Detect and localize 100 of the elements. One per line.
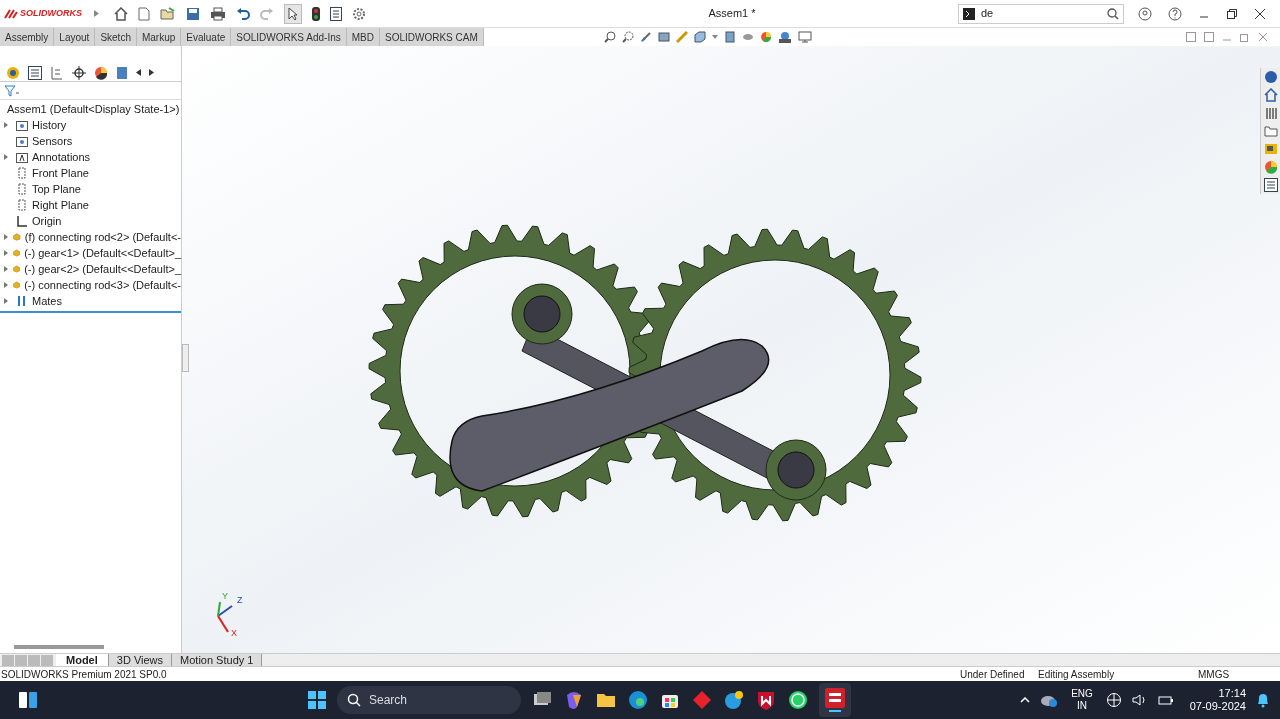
- clock-time[interactable]: 17:14: [1218, 687, 1246, 700]
- new-document-icon[interactable]: [138, 6, 150, 21]
- properties-icon[interactable]: [1263, 178, 1278, 192]
- traffic-light-icon[interactable]: [312, 6, 320, 21]
- restore-icon[interactable]: [1226, 7, 1238, 20]
- status-bar-state: Under Defined: [960, 667, 1026, 682]
- volume-icon[interactable]: [1132, 693, 1148, 707]
- part-icon: [12, 247, 21, 259]
- bottom-tab[interactable]: Model: [56, 653, 109, 667]
- select-tool-button[interactable]: [284, 3, 302, 24]
- language-indicator[interactable]: ENG: [1071, 688, 1093, 700]
- search-icon: [1107, 7, 1119, 20]
- clock-date[interactable]: 07-09-2024: [1189, 700, 1246, 713]
- account-icon[interactable]: [1138, 6, 1152, 21]
- tree-item-label[interactable]: (-) connecting rod<3> (Default<-: [24, 276, 181, 294]
- widgets-icon[interactable]: [18, 691, 38, 709]
- chat-app-icon[interactable]: [787, 689, 809, 711]
- tree-item-label[interactable]: Front Plane: [32, 164, 89, 182]
- expand-caret-icon[interactable]: [4, 282, 8, 288]
- tree-item-label[interactable]: Annotations: [32, 148, 91, 166]
- scrollbar[interactable]: [14, 645, 104, 649]
- list-icon[interactable]: [330, 6, 342, 21]
- status-bar-mode: Editing Assembly: [1038, 667, 1116, 682]
- display-manager-icon[interactable]: [94, 65, 108, 80]
- scroll-right-icon[interactable]: [149, 69, 154, 76]
- filter-icon[interactable]: [4, 84, 20, 97]
- folder-icon: [16, 135, 28, 147]
- show-hidden-icons-icon[interactable]: [1020, 697, 1030, 703]
- tree-item-label[interactable]: (f) connecting rod<2> (Default<-: [24, 228, 181, 246]
- solidworks-taskbar-button[interactable]: [819, 683, 851, 717]
- tree-item-label[interactable]: Right Plane: [32, 196, 89, 214]
- crosshair-icon[interactable]: [72, 65, 86, 80]
- palette-icon[interactable]: [1263, 142, 1278, 156]
- part-icon: [12, 279, 21, 291]
- tree-item-label[interactable]: Sensors: [32, 132, 73, 150]
- tree-item-label[interactable]: Top Plane: [32, 180, 81, 198]
- folder-icon: [16, 119, 28, 131]
- zoom-area-icon[interactable]: [621, 31, 634, 43]
- paperclip-icon: [16, 295, 28, 307]
- help-icon[interactable]: [1168, 6, 1182, 21]
- start-icon[interactable]: [307, 690, 327, 710]
- search-placeholder: Search: [369, 692, 408, 709]
- folder-icon[interactable]: [1263, 124, 1278, 138]
- expand-caret-icon[interactable]: [4, 250, 8, 256]
- previous-view-icon[interactable]: [639, 31, 652, 43]
- home-icon[interactable]: [1263, 88, 1278, 102]
- save-icon[interactable]: [186, 6, 200, 21]
- network-icon[interactable]: [1106, 692, 1122, 708]
- scroll-left-icon[interactable]: [136, 69, 141, 76]
- diamond-icon[interactable]: [691, 689, 713, 711]
- expand-caret-icon[interactable]: [4, 266, 8, 272]
- panel-left-icon[interactable]: [1186, 32, 1196, 42]
- monitor-icon[interactable]: [797, 31, 812, 43]
- undo-icon[interactable]: [236, 7, 250, 20]
- feature-manager-icon[interactable]: [6, 65, 20, 80]
- display-style-icon[interactable]: [723, 31, 736, 43]
- taskbar-search-field[interactable]: Search: [337, 686, 521, 714]
- print-icon[interactable]: [210, 6, 226, 21]
- expand-caret-icon[interactable]: [4, 154, 8, 160]
- units-selector[interactable]: MMGS: [1198, 666, 1238, 682]
- logo-icon: [4, 7, 18, 20]
- close-icon[interactable]: [1254, 7, 1266, 20]
- region-indicator[interactable]: IN: [1077, 700, 1087, 712]
- tree-item-label[interactable]: Origin: [32, 212, 62, 230]
- open-folder-icon[interactable]: [160, 6, 176, 21]
- panel-right-icon[interactable]: [1204, 32, 1214, 42]
- tree-item-label[interactable]: (-) gear<2> (Default<<Default>_: [24, 260, 181, 278]
- settings-icon[interactable]: [352, 6, 366, 21]
- property-manager-icon[interactable]: [28, 65, 42, 80]
- assembly-root-label[interactable]: Assem1 (Default<Display State-1>): [7, 100, 180, 118]
- x-axis-label: X: [231, 628, 237, 636]
- plane-icon: [16, 199, 28, 211]
- menu-expand-icon[interactable]: [94, 10, 99, 17]
- bottom-tab[interactable]: 3D Views: [108, 653, 173, 667]
- library-icon[interactable]: [1263, 106, 1278, 120]
- expand-caret-icon[interactable]: [4, 234, 8, 240]
- cloud-icon[interactable]: [1040, 693, 1058, 707]
- tree-item-label[interactable]: (-) gear<1> (Default<<Default>_: [24, 244, 181, 262]
- tree-item-label[interactable]: Mates: [32, 292, 62, 310]
- battery-icon[interactable]: [1158, 693, 1174, 707]
- bottom-tab[interactable]: Motion Study 1: [172, 653, 263, 667]
- zoom-icon[interactable]: [603, 31, 616, 43]
- shield-icon[interactable]: [755, 689, 777, 711]
- command-icon: [963, 7, 975, 20]
- home-icon[interactable]: [114, 6, 128, 21]
- appearance-icon[interactable]: [759, 31, 772, 43]
- collapse-panel-handle[interactable]: [182, 344, 189, 372]
- z-axis-label: Z: [237, 595, 243, 605]
- view-orientation-icon[interactable]: [693, 31, 706, 43]
- dropdown-caret-icon[interactable]: [711, 35, 718, 39]
- tree-item-label[interactable]: History: [32, 116, 67, 134]
- command-search-field[interactable]: de: [958, 3, 1124, 24]
- notification-bell-icon[interactable]: [1256, 692, 1270, 708]
- section-view-icon[interactable]: [657, 31, 670, 43]
- globe-icon[interactable]: [1263, 70, 1278, 84]
- pointer-icon: [288, 6, 298, 21]
- expand-caret-icon[interactable]: [4, 298, 8, 304]
- plane-icon: [16, 183, 28, 195]
- annotation-folder-icon: [16, 151, 28, 163]
- expand-caret-icon[interactable]: [4, 122, 8, 128]
